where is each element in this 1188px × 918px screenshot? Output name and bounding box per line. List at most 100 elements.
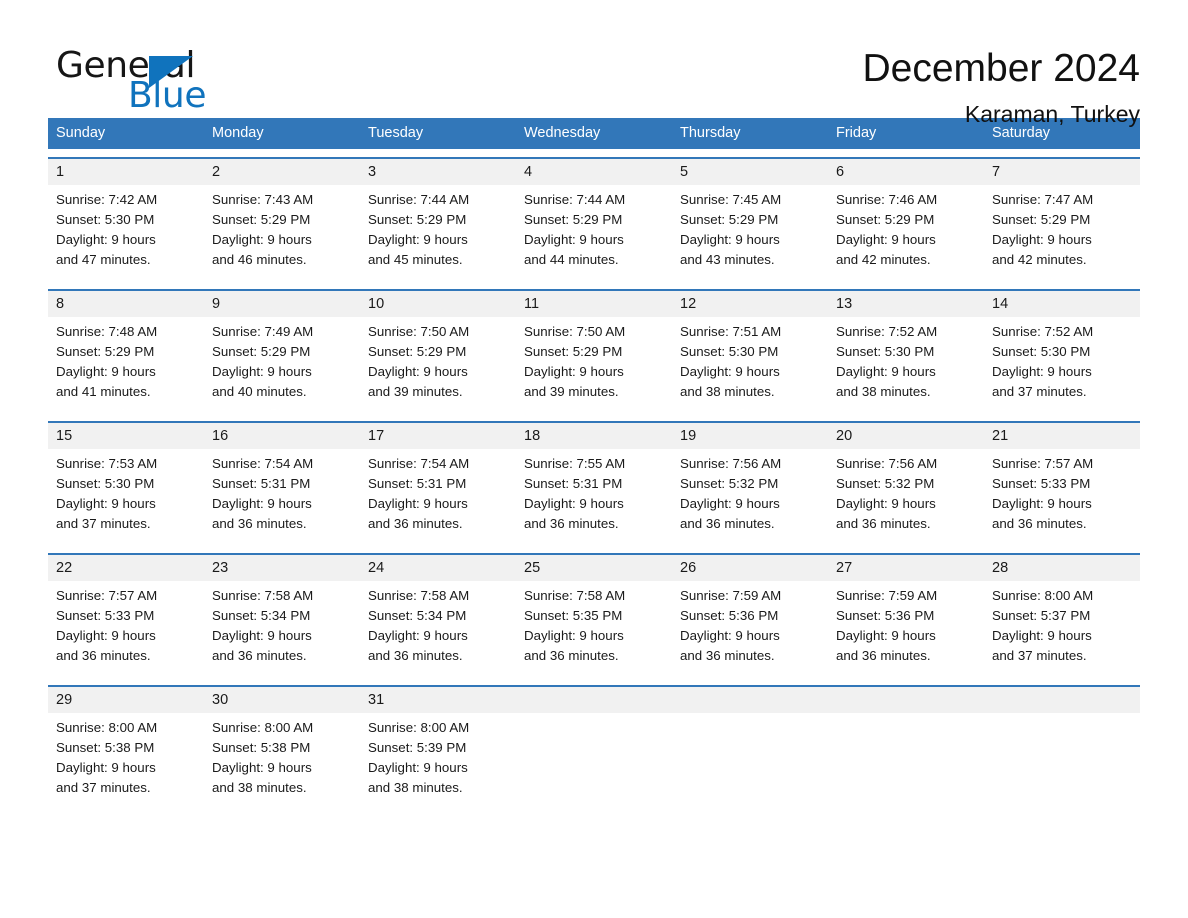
day-number[interactable]: 8 [48, 291, 204, 317]
day-cell[interactable]: Sunrise: 7:59 AM Sunset: 5:36 PM Dayligh… [828, 581, 984, 677]
day-cell[interactable]: Sunrise: 8:00 AM Sunset: 5:39 PM Dayligh… [360, 713, 516, 809]
day-cell[interactable]: Sunrise: 7:44 AM Sunset: 5:29 PM Dayligh… [516, 185, 672, 281]
sunset-text: Sunset: 5:29 PM [212, 212, 311, 227]
general-blue-logo[interactable]: General Blue [48, 46, 218, 116]
day-cell[interactable]: Sunrise: 7:47 AM Sunset: 5:29 PM Dayligh… [984, 185, 1140, 281]
day-number[interactable]: 1 [48, 159, 204, 185]
sunset-text: Sunset: 5:33 PM [56, 608, 155, 623]
sunrise-text: Sunrise: 7:53 AM [56, 456, 158, 471]
sunrise-text: Sunrise: 8:00 AM [992, 588, 1094, 603]
day-number[interactable]: 12 [672, 291, 828, 317]
day-number[interactable]: 4 [516, 159, 672, 185]
day-number[interactable]: 10 [360, 291, 516, 317]
sunset-text: Sunset: 5:39 PM [368, 740, 467, 755]
sunset-text: Sunset: 5:29 PM [680, 212, 779, 227]
sunset-text: Sunset: 5:33 PM [992, 476, 1091, 491]
day-cell[interactable]: Sunrise: 8:00 AM Sunset: 5:37 PM Dayligh… [984, 581, 1140, 677]
day-cell[interactable]: Sunrise: 7:49 AM Sunset: 5:29 PM Dayligh… [204, 317, 360, 413]
daylight-text-line2: and 38 minutes. [836, 384, 931, 399]
daylight-text-line2: and 38 minutes. [368, 780, 463, 795]
day-cell[interactable]: Sunrise: 7:52 AM Sunset: 5:30 PM Dayligh… [984, 317, 1140, 413]
day-number[interactable]: 23 [204, 555, 360, 581]
page-title: December 2024 [862, 47, 1141, 90]
day-cell-empty [828, 687, 984, 713]
sunset-text: Sunset: 5:30 PM [992, 344, 1091, 359]
day-cell[interactable]: Sunrise: 7:51 AM Sunset: 5:30 PM Dayligh… [672, 317, 828, 413]
daylight-text-line1: Daylight: 9 hours [992, 232, 1092, 247]
day-number[interactable]: 6 [828, 159, 984, 185]
week-daynumber-band: 8 9 10 11 12 13 14 [48, 291, 1140, 317]
day-number[interactable]: 5 [672, 159, 828, 185]
day-number[interactable]: 13 [828, 291, 984, 317]
daylight-text-line1: Daylight: 9 hours [212, 364, 312, 379]
day-cell[interactable]: Sunrise: 7:58 AM Sunset: 5:34 PM Dayligh… [204, 581, 360, 677]
daylight-text-line2: and 36 minutes. [680, 516, 775, 531]
day-number[interactable]: 26 [672, 555, 828, 581]
day-cell[interactable]: Sunrise: 7:50 AM Sunset: 5:29 PM Dayligh… [360, 317, 516, 413]
day-number[interactable]: 21 [984, 423, 1140, 449]
daylight-text-line2: and 36 minutes. [56, 648, 151, 663]
day-cell[interactable]: Sunrise: 7:48 AM Sunset: 5:29 PM Dayligh… [48, 317, 204, 413]
sunrise-text: Sunrise: 7:59 AM [836, 588, 938, 603]
daylight-text-line2: and 44 minutes. [524, 252, 619, 267]
daylight-text-line2: and 40 minutes. [212, 384, 307, 399]
day-cell[interactable]: Sunrise: 7:58 AM Sunset: 5:35 PM Dayligh… [516, 581, 672, 677]
day-number[interactable]: 31 [360, 687, 516, 713]
day-cell[interactable]: Sunrise: 7:46 AM Sunset: 5:29 PM Dayligh… [828, 185, 984, 281]
sunrise-text: Sunrise: 7:48 AM [56, 324, 158, 339]
sunrise-text: Sunrise: 7:58 AM [212, 588, 314, 603]
day-number[interactable]: 24 [360, 555, 516, 581]
day-number[interactable]: 3 [360, 159, 516, 185]
day-cell[interactable]: Sunrise: 7:55 AM Sunset: 5:31 PM Dayligh… [516, 449, 672, 545]
sunrise-text: Sunrise: 8:00 AM [56, 720, 158, 735]
day-cell[interactable]: Sunrise: 7:57 AM Sunset: 5:33 PM Dayligh… [984, 449, 1140, 545]
day-number[interactable]: 28 [984, 555, 1140, 581]
sunrise-text: Sunrise: 7:49 AM [212, 324, 314, 339]
day-cell[interactable]: Sunrise: 7:56 AM Sunset: 5:32 PM Dayligh… [672, 449, 828, 545]
day-cell[interactable]: Sunrise: 8:00 AM Sunset: 5:38 PM Dayligh… [204, 713, 360, 809]
day-number[interactable]: 17 [360, 423, 516, 449]
daylight-text-line2: and 36 minutes. [212, 648, 307, 663]
daylight-text-line1: Daylight: 9 hours [368, 760, 468, 775]
daylight-text-line2: and 38 minutes. [680, 384, 775, 399]
weekday-header-monday: Monday [212, 125, 264, 141]
day-cell[interactable]: Sunrise: 7:53 AM Sunset: 5:30 PM Dayligh… [48, 449, 204, 545]
daylight-text-line2: and 37 minutes. [56, 780, 151, 795]
day-cell[interactable]: Sunrise: 7:54 AM Sunset: 5:31 PM Dayligh… [360, 449, 516, 545]
day-cell[interactable]: Sunrise: 7:50 AM Sunset: 5:29 PM Dayligh… [516, 317, 672, 413]
day-cell[interactable]: Sunrise: 8:00 AM Sunset: 5:38 PM Dayligh… [48, 713, 204, 809]
sunrise-text: Sunrise: 7:46 AM [836, 192, 938, 207]
daylight-text-line2: and 36 minutes. [524, 516, 619, 531]
day-number[interactable]: 2 [204, 159, 360, 185]
day-cell[interactable]: Sunrise: 7:59 AM Sunset: 5:36 PM Dayligh… [672, 581, 828, 677]
day-cell[interactable]: Sunrise: 7:44 AM Sunset: 5:29 PM Dayligh… [360, 185, 516, 281]
weekday-header-thursday: Thursday [680, 125, 741, 141]
day-number[interactable]: 16 [204, 423, 360, 449]
day-number[interactable]: 30 [204, 687, 360, 713]
day-cell[interactable]: Sunrise: 7:57 AM Sunset: 5:33 PM Dayligh… [48, 581, 204, 677]
day-number[interactable]: 29 [48, 687, 204, 713]
day-number[interactable]: 11 [516, 291, 672, 317]
day-cell[interactable]: Sunrise: 7:52 AM Sunset: 5:30 PM Dayligh… [828, 317, 984, 413]
day-cell[interactable]: Sunrise: 7:45 AM Sunset: 5:29 PM Dayligh… [672, 185, 828, 281]
day-cell[interactable]: Sunrise: 7:54 AM Sunset: 5:31 PM Dayligh… [204, 449, 360, 545]
day-cell-empty [516, 687, 672, 713]
day-number[interactable]: 7 [984, 159, 1140, 185]
sunset-text: Sunset: 5:36 PM [836, 608, 935, 623]
day-cell[interactable]: Sunrise: 7:42 AM Sunset: 5:30 PM Dayligh… [48, 185, 204, 281]
day-number[interactable]: 15 [48, 423, 204, 449]
day-cell[interactable]: Sunrise: 7:56 AM Sunset: 5:32 PM Dayligh… [828, 449, 984, 545]
day-number[interactable]: 9 [204, 291, 360, 317]
day-cell[interactable]: Sunrise: 7:58 AM Sunset: 5:34 PM Dayligh… [360, 581, 516, 677]
day-number[interactable]: 27 [828, 555, 984, 581]
daylight-text-line2: and 42 minutes. [992, 252, 1087, 267]
day-cell[interactable]: Sunrise: 7:43 AM Sunset: 5:29 PM Dayligh… [204, 185, 360, 281]
daylight-text-line1: Daylight: 9 hours [992, 628, 1092, 643]
daylight-text-line2: and 37 minutes. [56, 516, 151, 531]
day-number[interactable]: 22 [48, 555, 204, 581]
day-number[interactable]: 25 [516, 555, 672, 581]
day-number[interactable]: 18 [516, 423, 672, 449]
day-number[interactable]: 14 [984, 291, 1140, 317]
day-number[interactable]: 19 [672, 423, 828, 449]
day-number[interactable]: 20 [828, 423, 984, 449]
